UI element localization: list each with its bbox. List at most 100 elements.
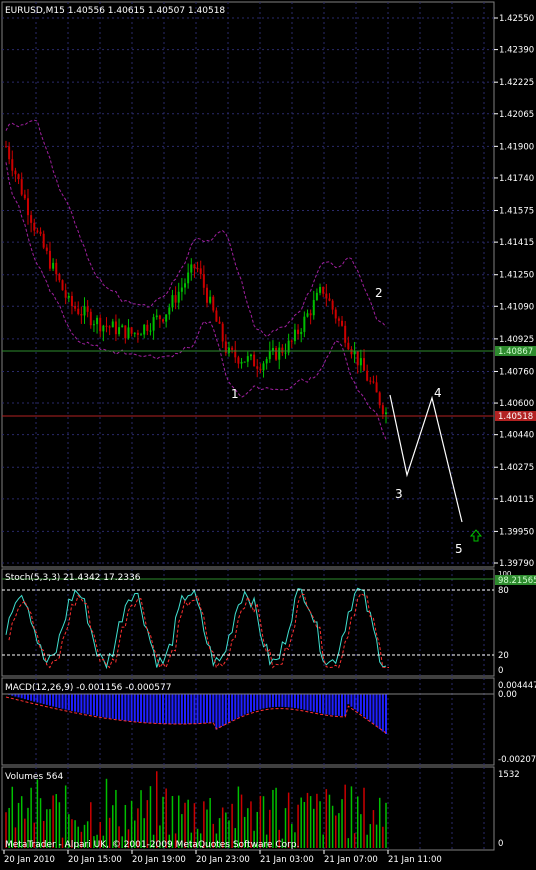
candle-body xyxy=(102,325,105,332)
candle-body xyxy=(26,198,29,216)
candle-body xyxy=(331,300,334,310)
candle-body xyxy=(70,295,73,307)
candle-body xyxy=(256,366,259,369)
candle-body xyxy=(249,354,252,357)
candle-body xyxy=(190,264,193,273)
candle-body xyxy=(265,359,268,364)
candle-body xyxy=(36,230,39,232)
time-tick-label: 20 Jan 23:00 xyxy=(196,855,250,865)
candle-body xyxy=(344,325,347,343)
candle-body xyxy=(162,319,165,322)
candle-body xyxy=(199,268,202,275)
candle-body xyxy=(149,330,152,332)
candle-body xyxy=(118,327,121,335)
price-tick-label: 1.41090 xyxy=(499,302,534,312)
candle-body xyxy=(168,307,171,315)
stoch-tick-20: 20 xyxy=(498,651,509,661)
candle-body xyxy=(319,286,322,293)
candle-body xyxy=(315,292,318,301)
candle-body xyxy=(205,287,208,303)
candle-body xyxy=(275,348,278,360)
copyright-text: MetaTrader - Alpari UK, © 2001-2009 Meta… xyxy=(5,840,299,850)
candle-body xyxy=(293,329,296,342)
candle-body xyxy=(61,280,64,291)
time-scale[interactable]: 20 Jan 2010 20 Jan 15:00 20 Jan 19:00 20 Ja… xyxy=(3,850,442,865)
metatrader-chart-window[interactable]: 1 2 3 4 5 EURUSD,M15 1.40556 1.40615 1.4… xyxy=(0,0,536,870)
candle-body xyxy=(171,295,174,308)
candle-body xyxy=(253,354,256,367)
time-tick-label: 20 Jan 19:00 xyxy=(132,855,186,865)
candle-body xyxy=(262,363,265,371)
stochastic-header: Stoch(5,3,3) 21.4342 17.2336 xyxy=(5,573,141,583)
candle-body xyxy=(184,283,187,288)
candle-body xyxy=(309,313,312,316)
candle-body xyxy=(312,300,315,316)
candle-body xyxy=(96,317,99,325)
candle-body xyxy=(11,159,14,171)
candle-body xyxy=(278,347,281,360)
candle-body xyxy=(353,351,356,355)
candle-body xyxy=(67,295,70,298)
candle-body xyxy=(86,306,89,312)
candle-body xyxy=(165,314,168,322)
price-tick-label: 1.42550 xyxy=(499,14,534,24)
time-tick-label: 21 Jan 11:00 xyxy=(388,855,442,865)
candle-body xyxy=(259,368,262,371)
candle-body xyxy=(271,348,274,351)
candle-body xyxy=(55,262,58,275)
candle-body xyxy=(187,272,190,284)
candle-body xyxy=(341,320,344,326)
candle-body xyxy=(381,405,384,415)
candle-body xyxy=(48,250,51,269)
candle-body xyxy=(218,321,221,324)
price-tick-label: 1.39950 xyxy=(499,527,534,537)
time-tick-label: 21 Jan 07:00 xyxy=(324,855,378,865)
wave-label-1: 1 xyxy=(231,387,239,401)
volume-tick-max: 1532 xyxy=(498,770,520,780)
candle-body xyxy=(325,293,328,299)
candle-body xyxy=(77,308,80,315)
candle-body xyxy=(180,287,183,292)
candle-body xyxy=(196,268,199,270)
candle-body xyxy=(136,332,139,335)
price-tick-label: 1.42390 xyxy=(499,46,534,56)
candle-body xyxy=(209,296,212,303)
candle-body xyxy=(281,347,284,353)
candle-body xyxy=(133,332,136,334)
price-tick-label: 1.42225 xyxy=(499,78,534,88)
time-tick-label: 20 Jan 15:00 xyxy=(68,855,122,865)
candle-body xyxy=(237,357,240,364)
candle-body xyxy=(369,380,372,382)
candle-body xyxy=(372,381,375,383)
candle-body xyxy=(74,306,77,309)
candle-body xyxy=(58,274,61,281)
candle-body xyxy=(337,318,340,321)
price-scale[interactable]: 1.42550 1.42390 1.42225 1.42065 1.41900 1.417… xyxy=(494,14,534,569)
stoch-tick-0: 0 xyxy=(498,666,503,676)
price-tick-label: 1.41900 xyxy=(499,142,534,152)
candle-body xyxy=(146,324,149,331)
price-tick-label: 1.39790 xyxy=(499,559,534,569)
candle-body xyxy=(359,358,362,366)
candle-body xyxy=(174,295,177,303)
candle-body xyxy=(45,247,48,251)
candle-body xyxy=(143,324,146,335)
candle-body xyxy=(8,146,11,160)
candle-body xyxy=(363,358,366,371)
price-tick-label: 1.40600 xyxy=(499,399,534,409)
candle-body xyxy=(89,311,92,326)
macd-tick-zero: 0.00 xyxy=(498,690,517,700)
candle-body xyxy=(378,392,381,406)
price-tick-label: 1.40440 xyxy=(499,431,534,441)
candle-body xyxy=(297,329,300,335)
candle-body xyxy=(39,231,42,234)
candle-body xyxy=(124,325,127,339)
candle-body xyxy=(212,296,215,311)
price-tick-label: 1.40275 xyxy=(499,463,534,473)
macd-header: MACD(12,26,9) -0.001156 -0.000577 xyxy=(5,683,171,693)
candle-body xyxy=(290,340,293,342)
candle-body xyxy=(155,315,158,318)
candle-body xyxy=(17,174,20,180)
chart-canvas[interactable]: 1 2 3 4 5 EURUSD,M15 1.40556 1.40615 1.4… xyxy=(0,0,536,870)
candle-body xyxy=(130,327,133,334)
